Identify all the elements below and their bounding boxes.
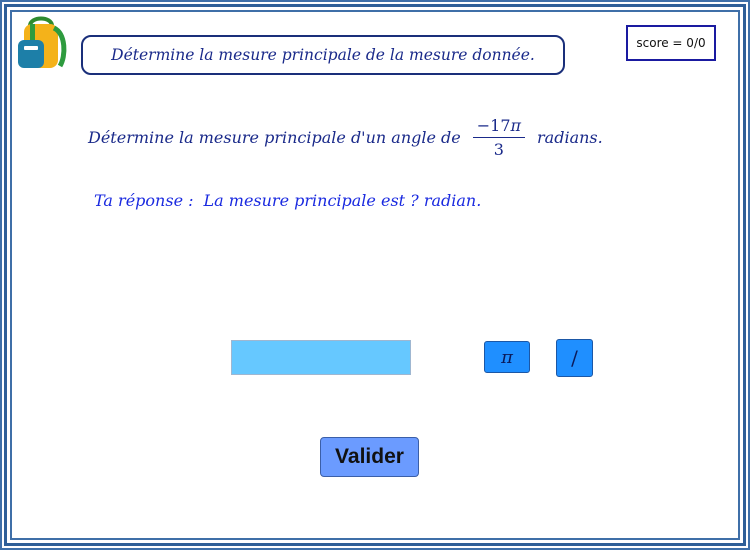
backpack-icon	[16, 16, 68, 72]
fraction-numerator: −17π	[472, 115, 526, 138]
fraction-denominator: 3	[493, 139, 504, 159]
question-line: Détermine la mesure principale d'un angl…	[88, 115, 603, 159]
question-suffix: radians.	[537, 127, 603, 147]
instruction-box: Détermine la mesure principale de la mes…	[81, 35, 565, 75]
answer-line: Ta réponse : La mesure principale est ? …	[94, 191, 481, 210]
validate-button-label: Valider	[335, 445, 404, 468]
instruction-text: Détermine la mesure principale de la mes…	[111, 46, 535, 64]
pi-button[interactable]: π	[484, 341, 530, 373]
numerator-value: −17	[476, 115, 511, 135]
fraction-slash-button[interactable]: /	[556, 339, 593, 377]
score-text: score = 0/0	[636, 36, 706, 50]
pi-symbol: π	[510, 115, 522, 135]
validate-button[interactable]: Valider	[320, 437, 419, 477]
answer-text: La mesure principale est ? radian.	[203, 191, 482, 210]
angle-fraction: −17π 3	[472, 115, 526, 159]
score-box: score = 0/0	[626, 25, 716, 61]
slash-button-label: /	[571, 346, 578, 370]
answer-input[interactable]	[231, 340, 411, 375]
answer-label: Ta réponse :	[94, 191, 194, 210]
question-prefix: Détermine la mesure principale d'un angl…	[88, 127, 461, 147]
pi-button-label: π	[501, 346, 513, 368]
